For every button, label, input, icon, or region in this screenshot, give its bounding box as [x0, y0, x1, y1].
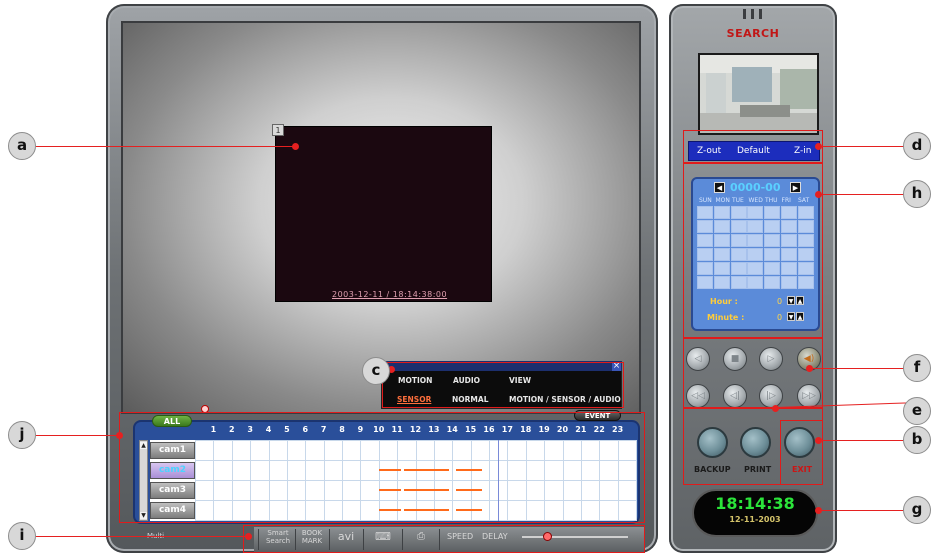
callout-f: f	[903, 354, 931, 382]
annotation-box-j	[119, 412, 645, 523]
annotation-box-b	[780, 420, 823, 485]
callout-dot-d	[815, 143, 822, 150]
callout-dot-a	[292, 143, 299, 150]
callout-dot-f	[806, 365, 813, 372]
callout-line-g	[819, 510, 909, 511]
callout-e: e	[903, 397, 931, 425]
callout-j: j	[8, 421, 36, 449]
video-timestamp: 2003-12-11 / 18:14:38:00	[332, 290, 448, 299]
clock-date: 12-11-2003	[729, 515, 781, 524]
callout-line-b	[819, 440, 909, 441]
callout-line-h	[819, 194, 909, 195]
video-feed[interactable]	[275, 126, 492, 302]
callout-line-a	[36, 146, 297, 147]
callout-line-d	[819, 146, 909, 147]
callout-dot-h	[815, 191, 822, 198]
callout-dot-e	[772, 405, 779, 412]
grip-handle	[743, 9, 765, 19]
callout-line-j	[36, 435, 121, 436]
camera-preview	[698, 53, 819, 135]
annotation-box-i	[243, 525, 645, 553]
callout-line-i	[36, 536, 250, 537]
callout-dot-j	[116, 432, 123, 439]
callout-b: b	[903, 426, 931, 454]
panel-title: SEARCH	[726, 27, 780, 40]
callout-g: g	[903, 496, 931, 524]
channel-tag: 1	[272, 124, 284, 136]
preview-image	[700, 55, 817, 133]
callout-dot-i	[245, 533, 252, 540]
annotation-box-h	[683, 163, 823, 338]
callout-d: d	[903, 132, 931, 160]
annotation-box-d	[683, 130, 823, 163]
annotation-box-f	[683, 338, 823, 408]
callout-dot-g	[815, 507, 822, 514]
callout-h: h	[903, 180, 931, 208]
callout-c: c	[362, 357, 390, 385]
annotation-box-c	[382, 362, 624, 408]
callout-a: a	[8, 132, 36, 160]
callout-i: i	[8, 522, 36, 550]
callout-dot-b	[815, 437, 822, 444]
callout-line-f	[810, 368, 909, 369]
clock-time: 18:14:38	[715, 494, 795, 513]
